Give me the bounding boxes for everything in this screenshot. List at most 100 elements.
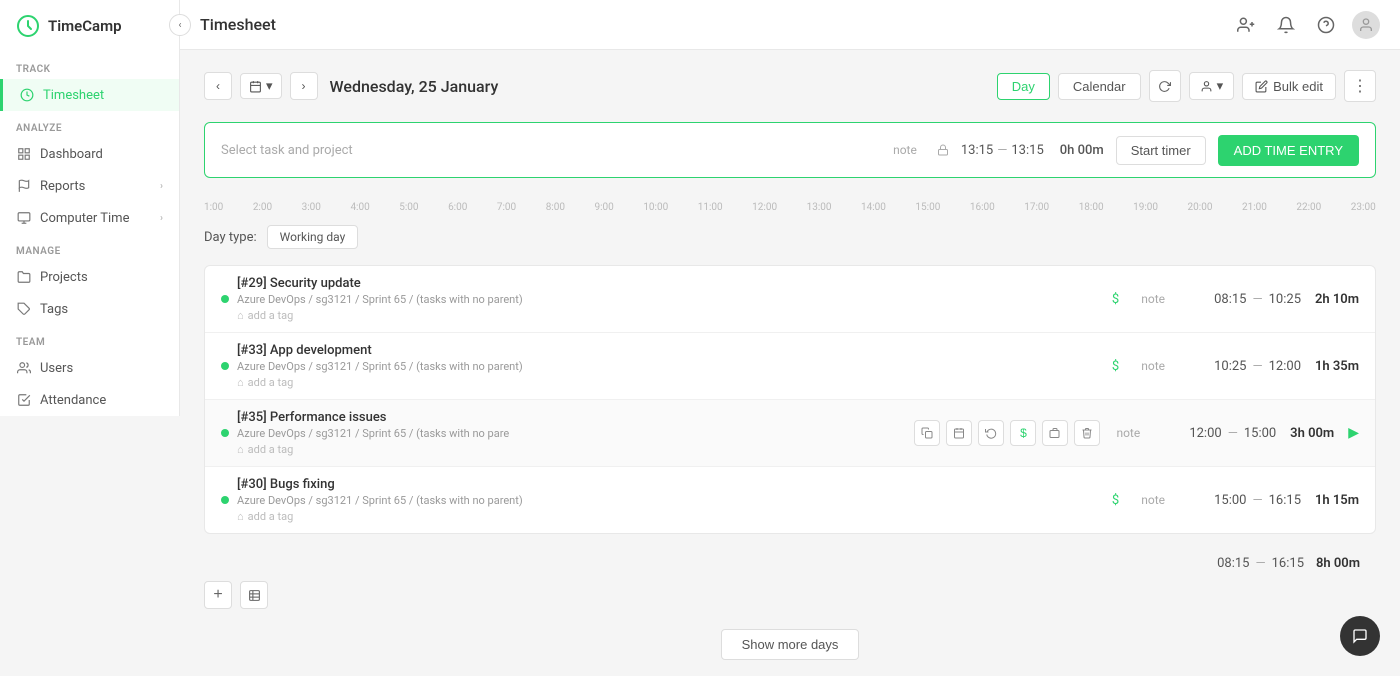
entry-billable-button[interactable]: $ bbox=[1010, 420, 1036, 446]
add-tag-label[interactable]: add a tag bbox=[248, 443, 294, 456]
show-more-days-button[interactable]: Show more days bbox=[721, 629, 860, 660]
day-view-button[interactable]: Day bbox=[997, 73, 1050, 100]
monitor-icon bbox=[16, 210, 32, 226]
sidebar-item-tags[interactable]: Tags bbox=[0, 293, 179, 325]
entry-subtitle: Azure DevOps / sg3121 / Sprint 65 / (tas… bbox=[237, 293, 1098, 306]
calendar-dropdown-arrow: ▾ bbox=[266, 78, 273, 94]
time-separator: — bbox=[1252, 359, 1262, 374]
sidebar-item-dashboard[interactable]: Dashboard bbox=[0, 138, 179, 170]
logo-icon bbox=[16, 14, 40, 38]
entry-end-time[interactable]: 10:25 bbox=[1269, 292, 1301, 307]
entry-task-name[interactable]: App development bbox=[270, 343, 372, 358]
entry-delete-button[interactable] bbox=[1074, 420, 1100, 446]
entry-billable-icon[interactable]: $ bbox=[1106, 292, 1125, 307]
entry-time-range: 12:00 — 15:00 bbox=[1156, 426, 1276, 441]
time-separator: — bbox=[997, 143, 1007, 158]
calendar-view-button[interactable]: Calendar bbox=[1058, 73, 1141, 100]
user-filter-button[interactable]: ▾ bbox=[1189, 72, 1235, 100]
day-type-badge[interactable]: Working day bbox=[267, 225, 359, 249]
sidebar-section-team: TEAM Users Attendance bbox=[0, 325, 179, 416]
entries-container: [#29] Security update Azure DevOps / sg3… bbox=[204, 265, 1376, 534]
table-row: [#35] Performance issues Azure DevOps / … bbox=[205, 400, 1375, 467]
prev-date-button[interactable]: ‹ bbox=[204, 72, 232, 100]
user-avatar[interactable] bbox=[1352, 11, 1380, 39]
tick-12: 12:00 bbox=[752, 202, 777, 213]
entry-clone-button[interactable] bbox=[1042, 420, 1068, 446]
tick-10: 10:00 bbox=[643, 202, 668, 213]
add-tag-label[interactable]: add a tag bbox=[248, 376, 294, 389]
entry-start-time[interactable]: 08:15 bbox=[1214, 292, 1246, 307]
add-entry-end-time[interactable]: 13:15 bbox=[1011, 143, 1043, 158]
tick-3: 3:00 bbox=[302, 202, 321, 213]
add-entry-table-button[interactable] bbox=[240, 581, 268, 609]
sidebar-item-attendance[interactable]: Attendance bbox=[0, 384, 179, 416]
chat-support-button[interactable] bbox=[1340, 616, 1380, 656]
table-row: [#30] Bugs fixing Azure DevOps / sg3121 … bbox=[205, 467, 1375, 533]
entry-copy-button[interactable] bbox=[914, 420, 940, 446]
time-separator: — bbox=[1252, 493, 1262, 508]
entry-title: [#30] Bugs fixing bbox=[237, 477, 1098, 492]
add-tag-label[interactable]: add a tag bbox=[248, 309, 294, 322]
add-tag-label[interactable]: add a tag bbox=[248, 510, 294, 523]
date-picker-button[interactable]: ▾ bbox=[240, 73, 282, 99]
entry-status-dot bbox=[221, 429, 229, 437]
add-entry-note-label: note bbox=[885, 143, 925, 157]
entry-info: [#35] Performance issues Azure DevOps / … bbox=[237, 410, 906, 456]
entry-title: [#33] App development bbox=[237, 343, 1098, 358]
main-content: Timesheet ‹ ▾ › Wednesday, 2 bbox=[180, 0, 1400, 676]
add-user-icon[interactable] bbox=[1232, 11, 1260, 39]
entry-billable-icon[interactable]: $ bbox=[1106, 493, 1125, 508]
tick-11: 11:00 bbox=[698, 202, 723, 213]
entry-end-time[interactable]: 12:00 bbox=[1269, 359, 1301, 374]
entry-billable-icon[interactable]: $ bbox=[1106, 359, 1125, 374]
more-options-button[interactable]: ⋮ bbox=[1344, 70, 1376, 102]
entry-start-time[interactable]: 15:00 bbox=[1214, 493, 1246, 508]
help-icon[interactable] bbox=[1312, 11, 1340, 39]
add-entry-placeholder[interactable]: Select task and project bbox=[221, 143, 873, 158]
bottom-actions: + bbox=[204, 581, 1376, 609]
day-type-label: Day type: bbox=[204, 230, 257, 245]
entry-info: [#30] Bugs fixing Azure DevOps / sg3121 … bbox=[237, 477, 1098, 523]
entry-note-label: note bbox=[1133, 359, 1173, 373]
entry-duration: 1h 15m bbox=[1309, 493, 1359, 508]
sidebar-item-computer-time[interactable]: Computer Time › bbox=[0, 202, 179, 234]
tick-14: 14:00 bbox=[861, 202, 886, 213]
refresh-button[interactable] bbox=[1149, 70, 1181, 102]
tag-small-icon: ⌂ bbox=[237, 510, 244, 523]
sidebar-toggle-button[interactable]: ‹ bbox=[169, 14, 191, 36]
start-timer-button[interactable]: Start timer bbox=[1116, 136, 1206, 165]
entry-task-name[interactable]: Bugs fixing bbox=[270, 477, 335, 492]
entry-time-range: 08:15 — 10:25 bbox=[1181, 292, 1301, 307]
entry-calendar-button[interactable] bbox=[946, 420, 972, 446]
entry-play-button[interactable]: ▶ bbox=[1348, 425, 1359, 441]
time-separator: — bbox=[1228, 426, 1238, 441]
tick-16: 16:00 bbox=[970, 202, 995, 213]
tick-6: 6:00 bbox=[448, 202, 467, 213]
add-time-entry-button[interactable]: ADD TIME ENTRY bbox=[1218, 135, 1359, 166]
tick-17: 17:00 bbox=[1024, 202, 1049, 213]
entry-end-time[interactable]: 16:15 bbox=[1269, 493, 1301, 508]
day-type-row: Day type: Working day bbox=[204, 225, 1376, 249]
entry-start-time[interactable]: 12:00 bbox=[1189, 426, 1221, 441]
add-entry-start-time[interactable]: 13:15 bbox=[961, 143, 993, 158]
add-entry-plus-button[interactable]: + bbox=[204, 581, 232, 609]
sidebar-item-users[interactable]: Users bbox=[0, 352, 179, 384]
page-title: Timesheet bbox=[200, 15, 276, 34]
sidebar-item-projects[interactable]: Projects bbox=[0, 261, 179, 293]
entry-history-button[interactable] bbox=[978, 420, 1004, 446]
logo: TimeCamp bbox=[0, 0, 179, 52]
entry-task-name[interactable]: Security update bbox=[270, 276, 361, 291]
next-date-button[interactable]: › bbox=[290, 72, 318, 100]
sidebar-item-computer-time-label: Computer Time bbox=[40, 211, 152, 226]
bulk-edit-button[interactable]: Bulk edit bbox=[1242, 73, 1336, 100]
notification-icon[interactable] bbox=[1272, 11, 1300, 39]
tick-19: 19:00 bbox=[1133, 202, 1158, 213]
entry-start-time[interactable]: 10:25 bbox=[1214, 359, 1246, 374]
entry-task-name[interactable]: Performance issues bbox=[270, 410, 387, 425]
tick-2: 2:00 bbox=[253, 202, 272, 213]
sidebar-item-reports[interactable]: Reports › bbox=[0, 170, 179, 202]
entry-end-time[interactable]: 15:00 bbox=[1244, 426, 1276, 441]
tag-small-icon: ⌂ bbox=[237, 443, 244, 456]
timeline-ticks: 1:00 2:00 3:00 4:00 5:00 6:00 7:00 8:00 … bbox=[204, 202, 1376, 213]
sidebar-item-timesheet[interactable]: Timesheet bbox=[0, 79, 179, 111]
